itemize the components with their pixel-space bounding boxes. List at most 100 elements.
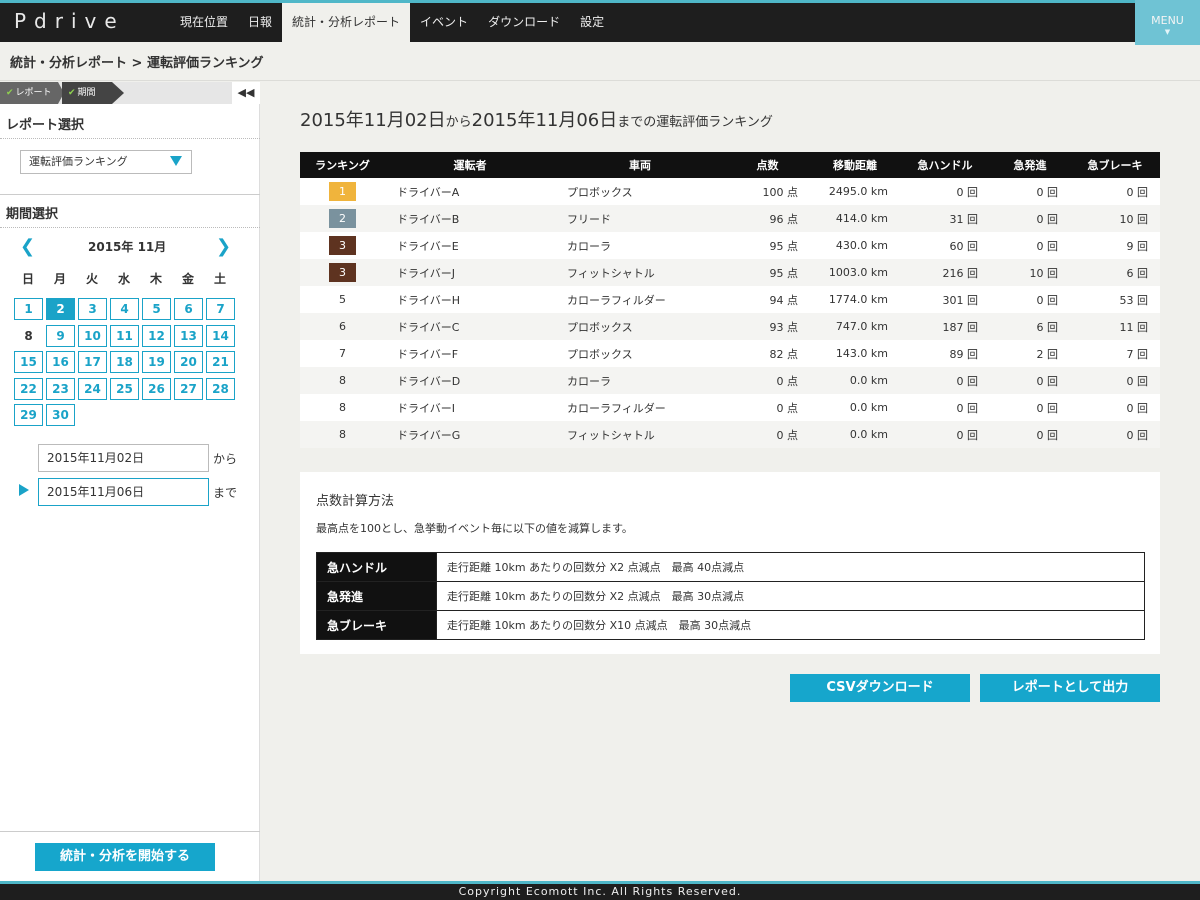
calendar-day[interactable]: 23	[46, 377, 75, 400]
check-icon: ✔	[68, 88, 76, 98]
calendar-day[interactable]: 2	[46, 298, 75, 320]
calendar-day[interactable]: 30	[46, 404, 75, 426]
nav-events[interactable]: イベント	[410, 3, 478, 42]
report-type-value: 運転評価ランキング	[29, 155, 128, 168]
header-distance[interactable]: 移動距離	[810, 152, 900, 178]
score-cell: 95 点	[769, 239, 799, 253]
collapse-sidebar-icon[interactable]: ◀◀	[232, 82, 260, 104]
app-logo[interactable]: Pdrive	[14, 9, 125, 33]
calendar-day[interactable]: 13	[174, 324, 203, 347]
vehicle-cell: フィットシャトル	[555, 421, 725, 448]
title-to-date: 2015年11月06日	[471, 110, 618, 131]
step-report[interactable]: ✔ レポート	[0, 82, 58, 104]
weekday-label: 土	[213, 272, 226, 286]
calendar-day[interactable]: 1	[14, 298, 43, 320]
table-row: 5 ドライバーH カローラフィルダー 94 点 1774.0 km 301 回 0 回 53 …	[300, 286, 1160, 313]
calendar-day[interactable]: 28	[206, 377, 235, 400]
calendar-day[interactable]: 5	[142, 298, 171, 320]
nav-statistics-report[interactable]: 統計・分析レポート	[282, 3, 411, 42]
rule-text: 走行距離 10km あたりの回数分 X2 点減点 最高 30点減点	[436, 581, 1145, 611]
calendar-day[interactable]: 18	[110, 351, 139, 373]
driver-cell: ドライバーD	[385, 367, 555, 394]
calendar-day[interactable]: 29	[14, 404, 43, 426]
rank-cell: 1	[300, 178, 385, 205]
rule-text: 走行距離 10km あたりの回数分 X10 点減点 最高 30点減点	[436, 610, 1145, 640]
rank-cell: 3	[300, 259, 385, 286]
csv-download-button[interactable]: CSVダウンロード	[790, 674, 970, 702]
calendar-day[interactable]: 15	[14, 351, 43, 373]
step-period-label: 期間	[77, 88, 96, 98]
calendar-day[interactable]: 10	[78, 324, 107, 347]
calendar-day[interactable]: 4	[110, 298, 139, 320]
weekday-label: 日	[21, 272, 34, 286]
from-date-input[interactable]: 2015年11月02日	[38, 444, 209, 472]
table-row: 8 ドライバーG フィットシャトル 0 点 0.0 km 0 回0 回0 回	[300, 421, 1160, 448]
calendar-day[interactable]: 14	[206, 324, 235, 347]
sharp-turn-cell: 89 回	[949, 347, 979, 361]
menu-button[interactable]: MENU ▼	[1135, 0, 1200, 45]
distance-cell: 1003.0 km	[810, 259, 900, 286]
start-analysis-button[interactable]: 統計・分析を開始する	[35, 843, 215, 871]
calendar-day[interactable]: 22	[14, 377, 43, 400]
nav-daily-report[interactable]: 日報	[238, 3, 282, 42]
calendar-day[interactable]: 17	[78, 351, 107, 373]
calendar-day[interactable]: 24	[78, 377, 107, 400]
header-ranking[interactable]: ランキング	[300, 152, 385, 178]
calendar-day[interactable]: 8	[14, 324, 43, 347]
calendar-day[interactable]: 3	[78, 298, 107, 320]
calendar-day[interactable]: 20	[174, 351, 203, 373]
title-suffix: までの運転評価ランキング	[617, 115, 773, 130]
vehicle-cell: カローラフィルダー	[567, 401, 666, 415]
table-row: 8 ドライバーI カローラフィルダー 0 点 0.0 km 0 回 0 回 0 回	[300, 394, 1160, 421]
report-type-select[interactable]: 運転評価ランキング	[20, 150, 192, 174]
sharp-turn-cell: 0 回	[956, 401, 979, 415]
score-cell: 96 点	[725, 205, 810, 232]
header-driver[interactable]: 運転者	[385, 152, 555, 178]
calendar-day[interactable]: 21	[206, 351, 235, 373]
step-period[interactable]: ✔ 期間	[62, 82, 112, 104]
calendar-day[interactable]: 7	[206, 298, 235, 320]
vehicle-cell: フリード	[555, 205, 725, 232]
calendar-day[interactable]: 11	[110, 324, 139, 347]
calendar-day[interactable]: 27	[174, 377, 203, 400]
rank-cell: 6	[300, 313, 385, 340]
calendar-day[interactable]: 9	[46, 324, 75, 347]
calendar-prev-icon[interactable]: ❮	[20, 236, 35, 257]
ranking-table-body: 1 ドライバーA プロボックス 100 点 2495.0 km 0 回0 回0 回 2 ドライ…	[300, 178, 1160, 448]
score-cell: 93 点	[725, 313, 810, 340]
sharp-turn-cell: 216 回	[900, 259, 990, 286]
step-report-label: レポート	[15, 88, 52, 98]
driver-cell: ドライバーC	[385, 313, 555, 340]
rule-name: 急発進	[316, 581, 437, 611]
to-date-input[interactable]: 2015年11月06日	[38, 478, 209, 506]
rule-name: 急ハンドル	[316, 552, 437, 582]
calendar-day[interactable]: 25	[110, 377, 139, 400]
rank-badge: 3	[329, 263, 356, 282]
rank-badge: 1	[329, 182, 356, 201]
score-cell: 82 点	[769, 347, 799, 361]
nav-download[interactable]: ダウンロード	[478, 3, 570, 42]
nav-current-location[interactable]: 現在位置	[170, 3, 238, 42]
nav-settings[interactable]: 設定	[570, 3, 614, 42]
calendar-day[interactable]: 16	[46, 351, 75, 373]
sharp-turn-cell: 0 回	[900, 421, 990, 448]
sharp-turn-cell: 187 回	[900, 313, 990, 340]
rank-cell: 8	[300, 421, 385, 448]
export-report-button[interactable]: レポートとして出力	[980, 674, 1160, 702]
header-sudden-brake[interactable]: 急ブレーキ	[1070, 152, 1160, 178]
header-score[interactable]: 点数	[725, 152, 810, 178]
step-arrow	[112, 82, 124, 104]
calendar-next-icon[interactable]: ❯	[216, 236, 231, 257]
calendar-day[interactable]: 12	[142, 324, 171, 347]
page-title: 2015年11月02日から2015年11月06日までの運転評価ランキング	[300, 106, 773, 132]
calendar-day[interactable]: 26	[142, 377, 171, 400]
distance-cell: 0.0 km	[810, 367, 900, 394]
header-sharp-turn[interactable]: 急ハンドル	[900, 152, 990, 178]
sudden-brake-cell: 7 回	[1126, 347, 1149, 361]
header-sudden-start[interactable]: 急発進	[990, 152, 1070, 178]
calendar-day[interactable]: 19	[142, 351, 171, 373]
header-vehicle[interactable]: 車両	[555, 152, 725, 178]
sharp-turn-cell: 301 回	[942, 293, 979, 307]
sudden-start-cell: 0 回	[990, 367, 1070, 394]
calendar-day[interactable]: 6	[174, 298, 203, 320]
